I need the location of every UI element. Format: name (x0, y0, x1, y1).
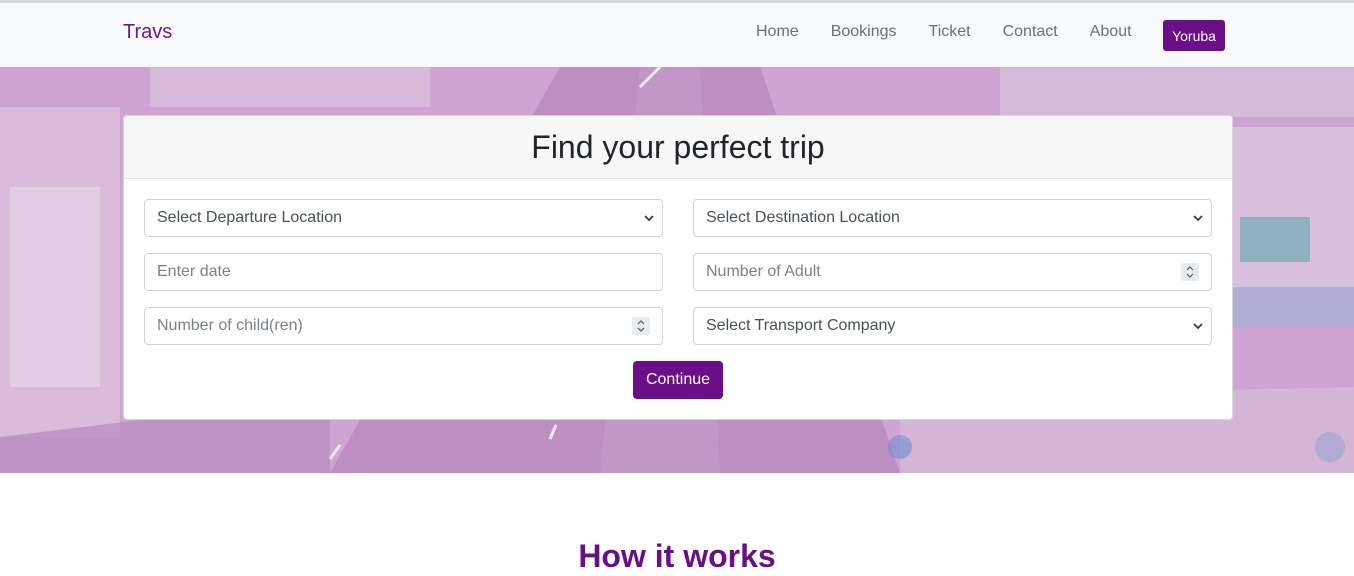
brand-logo[interactable]: Travs (123, 21, 172, 44)
continue-button[interactable]: Continue (633, 361, 723, 399)
chevron-down-icon (644, 215, 654, 222)
spinner-arrows-icon[interactable] (1181, 263, 1199, 281)
language-button[interactable]: Yoruba (1163, 20, 1225, 51)
nav-ticket[interactable]: Ticket (913, 22, 987, 42)
children-input-placeholder: Number of child(ren) (157, 317, 303, 334)
navbar: Travs Home Bookings Ticket Contact About… (0, 3, 1354, 67)
destination-select-value: Select Destination Location (706, 209, 900, 226)
nav-contact[interactable]: Contact (987, 22, 1074, 42)
chevron-down-icon (1193, 323, 1203, 330)
nav-about[interactable]: About (1074, 22, 1148, 42)
how-it-works-heading: How it works (578, 538, 776, 574)
departure-select-value: Select Departure Location (157, 209, 342, 226)
hero-section: Find your perfect trip Select Departure … (0, 67, 1354, 473)
transport-company-value: Select Transport Company (706, 317, 896, 334)
spinner-arrows-icon[interactable] (632, 317, 650, 335)
chevron-down-icon (1193, 215, 1203, 222)
nav-links: Home Bookings Ticket Contact About (740, 22, 1148, 42)
card-title: Find your perfect trip (124, 116, 1232, 179)
trip-search-card: Find your perfect trip Select Departure … (123, 115, 1233, 420)
adults-number-input[interactable]: Number of Adult (693, 253, 1212, 291)
date-input-placeholder: Enter date (157, 263, 231, 280)
nav-home[interactable]: Home (740, 22, 815, 42)
departure-select[interactable]: Select Departure Location (144, 199, 663, 237)
children-number-input[interactable]: Number of child(ren) (144, 307, 663, 345)
nav-bookings[interactable]: Bookings (815, 22, 913, 42)
date-input[interactable]: Enter date (144, 253, 663, 291)
destination-select[interactable]: Select Destination Location (693, 199, 1212, 237)
transport-company-select[interactable]: Select Transport Company (693, 307, 1212, 345)
adults-input-placeholder: Number of Adult (706, 263, 821, 280)
